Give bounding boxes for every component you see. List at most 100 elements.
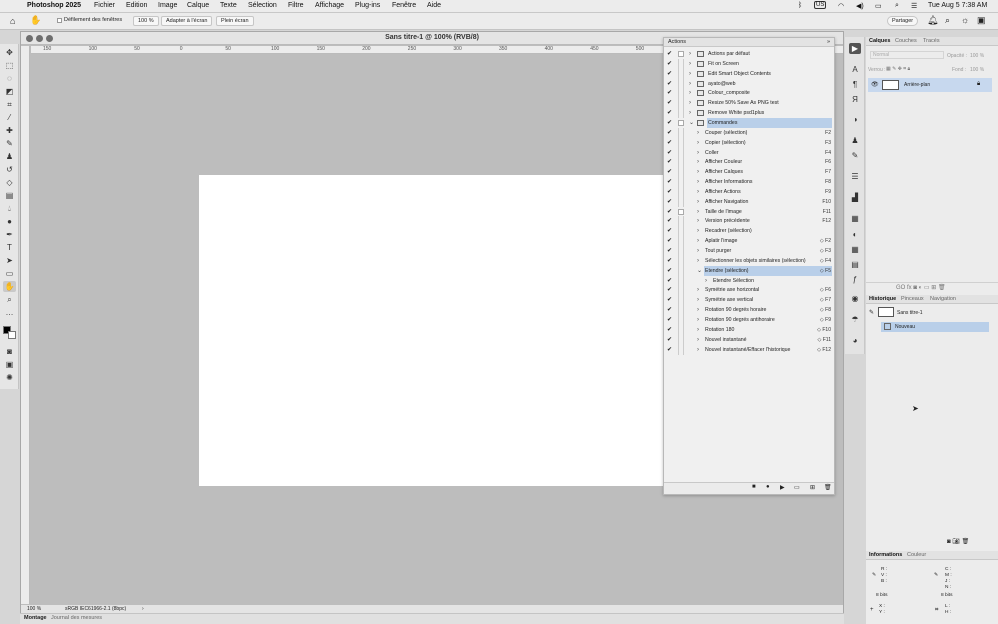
zoom-tool-icon[interactable]: ⌕ [3, 294, 16, 305]
dialog-toggle[interactable] [678, 208, 684, 215]
tab-couches[interactable]: Couches [895, 38, 917, 44]
dialog-toggle[interactable] [678, 108, 684, 119]
fill-value[interactable]: 100 % [970, 67, 984, 73]
chevron-right-icon[interactable]: › [697, 197, 699, 207]
record-icon[interactable]: ● [766, 484, 770, 490]
search-icon[interactable]: ⌕ [945, 15, 950, 26]
bell-icon[interactable]: 🔔︎ [927, 15, 938, 26]
toggle-check-icon[interactable]: ✔ [667, 216, 672, 226]
toggle-check-icon[interactable]: ✔ [667, 79, 672, 89]
action-row[interactable]: ✔ › Nouvel instantané ◇ F11 [664, 334, 834, 345]
eraser-tool-icon[interactable]: ◇ [3, 177, 16, 188]
share-button[interactable]: Partager [887, 16, 919, 26]
toggle-check-icon[interactable]: ✔ [667, 325, 672, 335]
quick-mask-icon[interactable]: ◙ [3, 346, 16, 357]
action-row[interactable]: ✔ › Afficher Couleur F6 [664, 157, 834, 168]
layer-row-background[interactable]: 👁︎ Arrière-plan 🔒︎ [868, 78, 992, 92]
chevron-right-icon[interactable]: › [697, 216, 699, 226]
dialog-toggle[interactable] [678, 255, 684, 266]
history-brush-icon[interactable]: ✎ [869, 309, 874, 316]
toggle-check-icon[interactable]: ✔ [667, 246, 672, 256]
hand-tool-icon[interactable]: ✋ [30, 15, 41, 26]
action-row[interactable]: ✔ › Rotation 90 degrés horaire ◇ F8 [664, 305, 834, 316]
action-set-row[interactable]: ✔ › ayato@web [664, 78, 834, 89]
dialog-toggle[interactable] [678, 275, 684, 286]
dialog-toggle[interactable] [678, 246, 684, 256]
toggle-check-icon[interactable]: ✔ [667, 88, 672, 98]
glyphs-icon[interactable]: Я [849, 94, 861, 105]
dialog-toggle[interactable] [678, 68, 684, 79]
more-tools-icon[interactable]: … [3, 307, 16, 318]
action-set-row[interactable]: ✔ › Edit Smart Object Contents [664, 68, 834, 79]
chevron-right-icon[interactable]: › [697, 315, 699, 325]
dodge-tool-icon[interactable]: ● [3, 216, 16, 227]
action-set-row[interactable]: ✔ › Fit on Screen [664, 58, 834, 69]
toggle-check-icon[interactable]: ✔ [667, 98, 672, 108]
blend-mode-select[interactable]: Normal [870, 51, 944, 59]
chevron-right-icon[interactable]: › [697, 167, 699, 177]
libraries-icon[interactable]: ☂ [849, 314, 861, 325]
history-brush-icon[interactable]: ↺ [3, 164, 16, 175]
tab-pinceaux[interactable]: Pinceaux [901, 296, 924, 302]
chevron-right-icon[interactable]: › [697, 148, 699, 158]
toggle-check-icon[interactable]: ✔ [667, 177, 672, 187]
tab-journal-mesures[interactable]: Journal des mesures [51, 615, 102, 621]
toggle-check-icon[interactable]: ✔ [667, 266, 672, 276]
path-select-tool-icon[interactable]: ➤ [3, 255, 16, 266]
dialog-toggle[interactable] [678, 137, 684, 148]
dialog-toggle[interactable] [678, 196, 684, 207]
toggle-check-icon[interactable]: ✔ [667, 345, 672, 355]
shape-tool-icon[interactable]: ▭ [3, 268, 16, 279]
tab-montage[interactable]: Montage [24, 615, 47, 621]
scroll-all-checkbox[interactable] [57, 18, 62, 23]
dialog-toggle[interactable] [678, 58, 684, 69]
toggle-check-icon[interactable]: ✔ [667, 305, 672, 315]
toggle-check-icon[interactable]: ✔ [667, 187, 672, 197]
dialog-toggle[interactable] [678, 305, 684, 316]
lasso-tool-icon[interactable]: ◌ [3, 73, 16, 84]
chevron-right-icon[interactable]: › [697, 345, 699, 355]
actions-panel-title[interactable]: Actions [668, 39, 686, 45]
dialog-toggle[interactable] [678, 88, 684, 99]
action-row[interactable]: ✔ ⌄ Etendre (sélection) ◇ F5 [664, 265, 834, 276]
action-row[interactable]: ✔ › Coller F4 [664, 147, 834, 158]
eyedropper-tool-icon[interactable]: ⁄ [3, 112, 16, 123]
dialog-toggle[interactable] [678, 78, 684, 89]
color-icon[interactable]: ◕ [849, 335, 861, 346]
dialog-toggle[interactable] [678, 344, 684, 355]
action-row[interactable]: ✔ › Afficher Calques F7 [664, 167, 834, 178]
lightbulb-icon[interactable]: ☼ [961, 15, 969, 25]
dialog-toggle[interactable] [678, 177, 684, 188]
play-icon[interactable]: ▶ [780, 484, 785, 491]
chevron-right-icon[interactable]: › [697, 236, 699, 246]
tab-historique[interactable]: Historique [869, 296, 896, 302]
canvas[interactable] [199, 175, 664, 486]
action-row[interactable]: ✔ › Version précédente F12 [664, 216, 834, 227]
clone-source-icon[interactable]: ♟ [849, 135, 861, 146]
menu-affichage[interactable]: Affichage [315, 2, 344, 9]
generative-icon[interactable]: ✺ [3, 372, 16, 383]
opacity-value[interactable]: 100 % [970, 53, 984, 59]
volume-icon[interactable]: ◀) [856, 2, 864, 10]
menu-plugins[interactable]: Plug-ins [355, 2, 380, 9]
toggle-check-icon[interactable]: ✔ [667, 226, 672, 236]
actions-panel-icon[interactable]: ▶ [849, 43, 861, 54]
zoom-100-button[interactable]: 100 % [133, 16, 159, 26]
toggle-check-icon[interactable]: ✔ [667, 335, 672, 345]
toggle-check-icon[interactable]: ✔ [667, 59, 672, 69]
toggle-check-icon[interactable]: ✔ [667, 108, 672, 118]
lock-icons[interactable]: ▦ ✎ ✥ ⌗ 🔒︎ [886, 66, 910, 72]
chevron-down-icon[interactable]: ⌄ [689, 118, 694, 128]
pen-tool-icon[interactable]: ✒ [3, 229, 16, 240]
chevron-right-icon[interactable]: › [689, 59, 691, 69]
swatches-icon[interactable]: ◉ [849, 293, 861, 304]
shapes-icon[interactable]: ◐ [849, 229, 861, 240]
dialog-toggle[interactable] [678, 295, 684, 306]
chevron-right-icon[interactable]: › [689, 49, 691, 59]
action-row[interactable]: ✔ › Aplatir l'image ◇ F2 [664, 236, 834, 247]
action-set-row[interactable]: ✔ › Colour_composite [664, 88, 834, 99]
dialog-toggle[interactable] [678, 265, 684, 276]
chevron-right-icon[interactable]: › [697, 177, 699, 187]
chevron-right-icon[interactable]: › [689, 69, 691, 79]
action-row[interactable]: ✔ › Afficher Informations F8 [664, 177, 834, 188]
